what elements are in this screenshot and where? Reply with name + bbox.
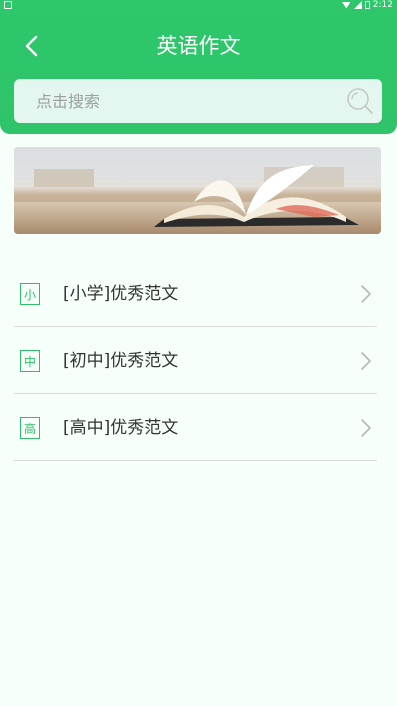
- status-time: 2:12: [372, 0, 393, 10]
- list-item-senior[interactable]: 高 [高中]优秀范文: [14, 394, 377, 461]
- status-bar: 2:12: [0, 0, 397, 12]
- category-badge: 小: [20, 283, 40, 305]
- category-label: [小学]优秀范文: [63, 284, 179, 304]
- category-list: 小 [小学]优秀范文 中 [初中]优秀范文 高 [高中]优秀范文: [14, 260, 377, 461]
- category-label: [高中]优秀范文: [63, 418, 179, 438]
- category-badge: 中: [20, 350, 40, 372]
- chevron-right-icon: [361, 285, 371, 303]
- page-title: 英语作文: [156, 34, 241, 58]
- chevron-right-icon: [361, 352, 371, 370]
- app-header: 2:12 英语作文: [0, 0, 397, 134]
- list-item-junior[interactable]: 中 [初中]优秀范文: [14, 327, 377, 394]
- battery-icon: [364, 1, 370, 9]
- search-bar[interactable]: [14, 79, 382, 123]
- chevron-right-icon: [361, 419, 371, 437]
- category-label: [初中]优秀范文: [63, 351, 179, 371]
- search-input[interactable]: [14, 79, 334, 123]
- signal-icon: [353, 1, 362, 9]
- search-icon[interactable]: [346, 87, 374, 115]
- list-item-primary[interactable]: 小 [小学]优秀范文: [14, 260, 377, 327]
- wifi-icon: [341, 1, 351, 9]
- category-badge: 高: [20, 417, 40, 439]
- banner-image: [14, 147, 381, 234]
- open-book-image: [14, 147, 381, 234]
- notification-icon: [4, 1, 12, 9]
